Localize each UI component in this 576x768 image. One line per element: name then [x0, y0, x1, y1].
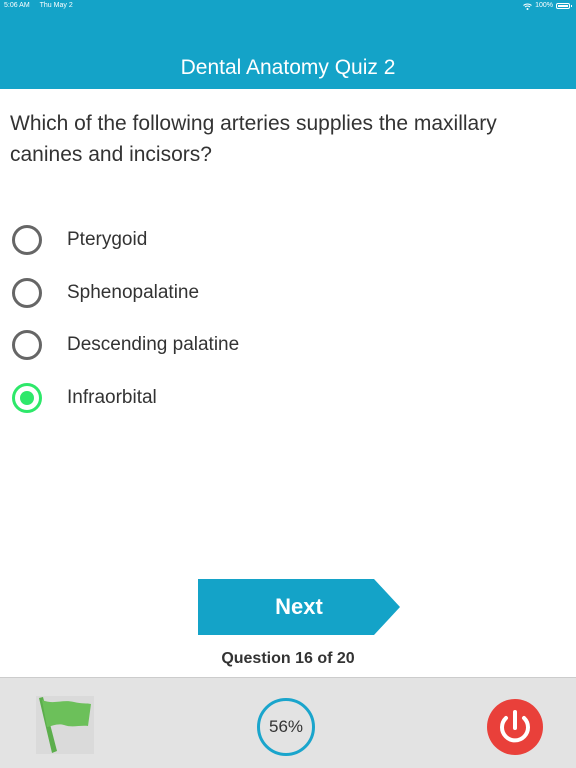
- option-label: Sphenopalatine: [67, 281, 200, 303]
- radio-button-selected[interactable]: [12, 383, 42, 414]
- bottom-toolbar: 56%: [0, 677, 576, 768]
- status-bar: 5:06 AM Thu May 2 100%: [0, 0, 576, 12]
- battery-icon: [556, 3, 572, 9]
- status-left: 5:06 AM Thu May 2: [4, 0, 73, 12]
- option-label: Pterygoid: [67, 229, 148, 251]
- quit-button[interactable]: [487, 699, 543, 755]
- status-date: Thu May 2: [39, 2, 73, 9]
- header: Dental Anatomy Quiz 2: [0, 12, 576, 89]
- radio-button[interactable]: [12, 225, 42, 256]
- flag-button[interactable]: [36, 696, 94, 754]
- radio-button[interactable]: [12, 330, 42, 361]
- status-right: 100%: [523, 0, 572, 12]
- option-descending-palatine[interactable]: Descending palatine: [12, 319, 552, 372]
- option-label: Descending palatine: [67, 334, 240, 356]
- question-text: Which of the following arteries supplies…: [10, 112, 497, 166]
- progress-indicator: 56%: [257, 698, 315, 756]
- next-label: Next: [275, 594, 323, 619]
- option-infraorbital[interactable]: Infraorbital: [12, 372, 552, 425]
- wifi-icon: [523, 3, 532, 10]
- power-icon: [500, 710, 530, 743]
- answer-options: Pterygoid Sphenopalatine Descending pala…: [12, 214, 552, 424]
- next-button[interactable]: Next: [198, 579, 400, 635]
- question-counter: Question 16 of 20: [221, 650, 355, 667]
- option-sphenopalatine[interactable]: Sphenopalatine: [12, 267, 552, 320]
- option-pterygoid[interactable]: Pterygoid: [12, 214, 552, 267]
- battery-percent: 100%: [535, 2, 553, 9]
- flag-icon: [39, 697, 91, 753]
- option-label: Infraorbital: [67, 387, 157, 409]
- radio-button[interactable]: [12, 277, 42, 308]
- status-time: 5:06 AM: [4, 2, 30, 9]
- page-title: Dental Anatomy Quiz 2: [180, 56, 396, 79]
